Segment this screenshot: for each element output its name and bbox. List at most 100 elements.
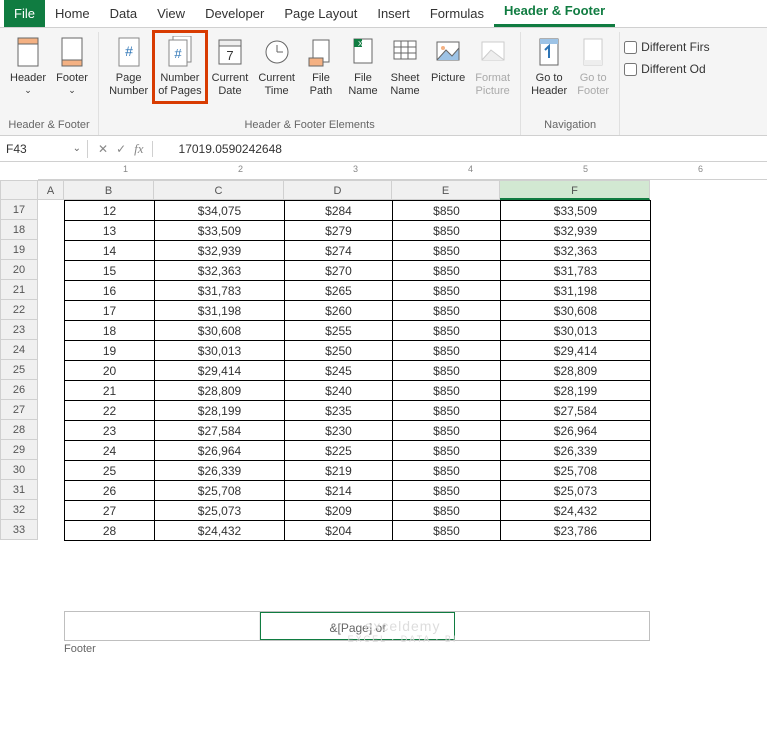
cell[interactable]: $850 bbox=[393, 201, 501, 221]
goto-header-button[interactable]: Go to Header bbox=[527, 32, 571, 102]
col-header-d[interactable]: D bbox=[284, 180, 392, 200]
row-header[interactable]: 26 bbox=[0, 380, 38, 400]
tab-header-footer[interactable]: Header & Footer bbox=[494, 0, 615, 27]
cancel-icon[interactable]: ✕ bbox=[98, 142, 108, 156]
tab-view[interactable]: View bbox=[147, 0, 195, 27]
cell[interactable]: 26 bbox=[65, 481, 155, 501]
cell[interactable]: $31,783 bbox=[501, 261, 651, 281]
cell[interactable]: 19 bbox=[65, 341, 155, 361]
file-name-button[interactable]: X File Name bbox=[343, 32, 383, 102]
current-date-button[interactable]: 7 Current Date bbox=[208, 32, 253, 102]
tab-home[interactable]: Home bbox=[45, 0, 100, 27]
footer-left-box[interactable] bbox=[65, 612, 260, 640]
cell[interactable]: 17 bbox=[65, 301, 155, 321]
cell[interactable]: $204 bbox=[285, 521, 393, 541]
cell[interactable]: $219 bbox=[285, 461, 393, 481]
row-header[interactable]: 20 bbox=[0, 260, 38, 280]
row-header[interactable]: 23 bbox=[0, 320, 38, 340]
cell[interactable]: 12 bbox=[65, 201, 155, 221]
cell[interactable]: $230 bbox=[285, 421, 393, 441]
cell[interactable]: $31,198 bbox=[501, 281, 651, 301]
cell[interactable]: $850 bbox=[393, 521, 501, 541]
cell[interactable]: $850 bbox=[393, 481, 501, 501]
footer-right-box[interactable] bbox=[455, 612, 649, 640]
row-header[interactable]: 17 bbox=[0, 200, 38, 220]
cell[interactable]: 15 bbox=[65, 261, 155, 281]
cell[interactable]: $850 bbox=[393, 461, 501, 481]
row-header[interactable]: 25 bbox=[0, 360, 38, 380]
cell[interactable]: $31,783 bbox=[155, 281, 285, 301]
name-box[interactable]: F43 ⌄ bbox=[0, 140, 88, 158]
cell[interactable]: $265 bbox=[285, 281, 393, 301]
cell[interactable]: $225 bbox=[285, 441, 393, 461]
cell[interactable]: 14 bbox=[65, 241, 155, 261]
footer-center-box[interactable]: &[Page] of bbox=[260, 612, 456, 640]
col-header-a[interactable]: A bbox=[38, 180, 64, 200]
cell[interactable]: $23,786 bbox=[501, 521, 651, 541]
tab-page-layout[interactable]: Page Layout bbox=[274, 0, 367, 27]
cell[interactable]: 23 bbox=[65, 421, 155, 441]
tab-developer[interactable]: Developer bbox=[195, 0, 274, 27]
cell[interactable]: $33,509 bbox=[501, 201, 651, 221]
cell[interactable]: $850 bbox=[393, 341, 501, 361]
cell[interactable]: $30,608 bbox=[501, 301, 651, 321]
row-header[interactable]: 27 bbox=[0, 400, 38, 420]
cell[interactable]: $29,414 bbox=[501, 341, 651, 361]
col-header-f[interactable]: F bbox=[500, 180, 650, 200]
tab-formulas[interactable]: Formulas bbox=[420, 0, 494, 27]
cell[interactable]: 24 bbox=[65, 441, 155, 461]
cell[interactable]: $850 bbox=[393, 381, 501, 401]
cell[interactable]: $26,339 bbox=[155, 461, 285, 481]
cell[interactable]: $850 bbox=[393, 441, 501, 461]
row-header[interactable]: 32 bbox=[0, 500, 38, 520]
formula-input[interactable]: 17019.0590242648 bbox=[171, 140, 767, 158]
cell[interactable]: 25 bbox=[65, 461, 155, 481]
row-header[interactable]: 29 bbox=[0, 440, 38, 460]
cell[interactable]: 16 bbox=[65, 281, 155, 301]
row-header[interactable]: 19 bbox=[0, 240, 38, 260]
cell[interactable]: $32,363 bbox=[501, 241, 651, 261]
cell[interactable]: $26,964 bbox=[501, 421, 651, 441]
cell[interactable]: $279 bbox=[285, 221, 393, 241]
fx-icon[interactable]: fx bbox=[134, 141, 152, 157]
col-header-e[interactable]: E bbox=[392, 180, 500, 200]
cell[interactable]: $28,199 bbox=[501, 381, 651, 401]
cell[interactable]: $209 bbox=[285, 501, 393, 521]
cell[interactable]: $31,198 bbox=[155, 301, 285, 321]
cell[interactable]: 13 bbox=[65, 221, 155, 241]
cell[interactable]: $850 bbox=[393, 361, 501, 381]
page-number-button[interactable]: # Page Number bbox=[105, 32, 152, 102]
header-button[interactable]: Header ⌄ bbox=[6, 32, 50, 100]
row-header[interactable]: 22 bbox=[0, 300, 38, 320]
col-header-b[interactable]: B bbox=[64, 180, 154, 200]
cell[interactable]: $850 bbox=[393, 241, 501, 261]
cell[interactable]: $24,432 bbox=[155, 521, 285, 541]
tab-data[interactable]: Data bbox=[100, 0, 147, 27]
cell[interactable]: $260 bbox=[285, 301, 393, 321]
cell[interactable]: $284 bbox=[285, 201, 393, 221]
select-all-corner[interactable] bbox=[0, 180, 38, 200]
cell[interactable]: $34,075 bbox=[155, 201, 285, 221]
number-of-pages-button[interactable]: # Number of Pages bbox=[154, 32, 205, 102]
cell[interactable]: $26,339 bbox=[501, 441, 651, 461]
cell[interactable]: $25,073 bbox=[501, 481, 651, 501]
cell[interactable]: $32,939 bbox=[155, 241, 285, 261]
different-first-checkbox[interactable]: Different Firs bbox=[624, 40, 709, 54]
enter-icon[interactable]: ✓ bbox=[116, 142, 126, 156]
row-header[interactable]: 33 bbox=[0, 520, 38, 540]
cell[interactable]: 20 bbox=[65, 361, 155, 381]
row-header[interactable]: 24 bbox=[0, 340, 38, 360]
footer-button[interactable]: Footer ⌄ bbox=[52, 32, 92, 100]
cell[interactable]: $29,414 bbox=[155, 361, 285, 381]
cell[interactable]: $850 bbox=[393, 261, 501, 281]
cell[interactable]: $850 bbox=[393, 301, 501, 321]
row-header[interactable]: 28 bbox=[0, 420, 38, 440]
row-header[interactable]: 30 bbox=[0, 460, 38, 480]
row-header[interactable]: 21 bbox=[0, 280, 38, 300]
cell[interactable]: $30,013 bbox=[155, 341, 285, 361]
cell[interactable]: $850 bbox=[393, 401, 501, 421]
cell[interactable]: 21 bbox=[65, 381, 155, 401]
cell[interactable]: $255 bbox=[285, 321, 393, 341]
cell[interactable]: $24,432 bbox=[501, 501, 651, 521]
tab-insert[interactable]: Insert bbox=[367, 0, 420, 27]
